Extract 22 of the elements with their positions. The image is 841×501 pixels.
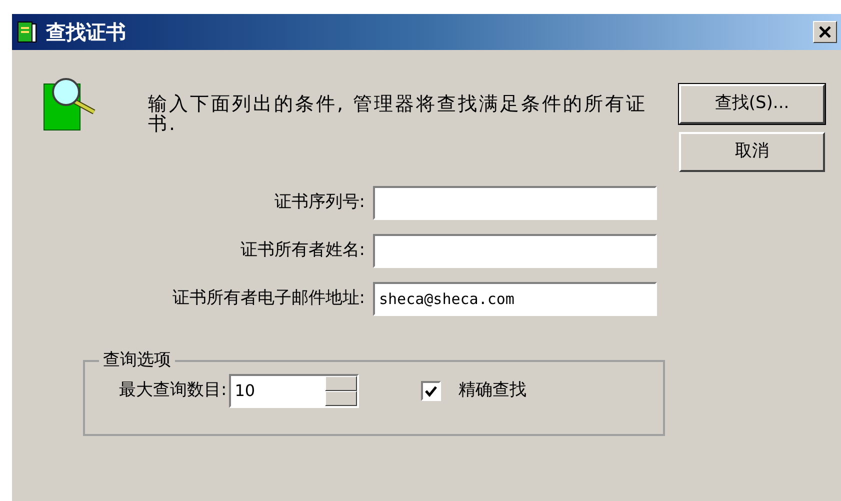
spin-down-button[interactable] [324, 390, 357, 406]
close-button[interactable] [813, 21, 837, 43]
max-results-label: 最大查询数目: [119, 378, 227, 402]
exact-checkbox[interactable] [420, 380, 441, 400]
spin-up-button[interactable] [324, 376, 357, 390]
window-title: 查找证书 [46, 19, 126, 46]
spin-value: 10 [234, 380, 256, 402]
field-label: 证书所有者姓名: [239, 239, 365, 262]
book-icon [16, 20, 38, 44]
spin-box[interactable]: 10 [228, 374, 359, 408]
field-label: 证书序列号: [273, 191, 365, 214]
instruction-text: 输入下面列出的条件, 管理器将查找满足条件的所有证书. [148, 94, 648, 137]
close-icon [819, 26, 831, 38]
text-field[interactable] [373, 186, 657, 220]
text-field[interactable]: sheca@sheca.com [373, 282, 657, 316]
text-field[interactable] [373, 234, 657, 268]
dialog-button[interactable]: 取消 [679, 132, 825, 172]
group-title: 查询选项 [102, 349, 172, 372]
dialog-button[interactable]: 查找(S)... [679, 84, 825, 124]
exact-search-label: 精确查找 [458, 378, 527, 402]
field-label: 证书所有者电子邮件地址: [171, 287, 365, 310]
check-icon [424, 384, 437, 396]
